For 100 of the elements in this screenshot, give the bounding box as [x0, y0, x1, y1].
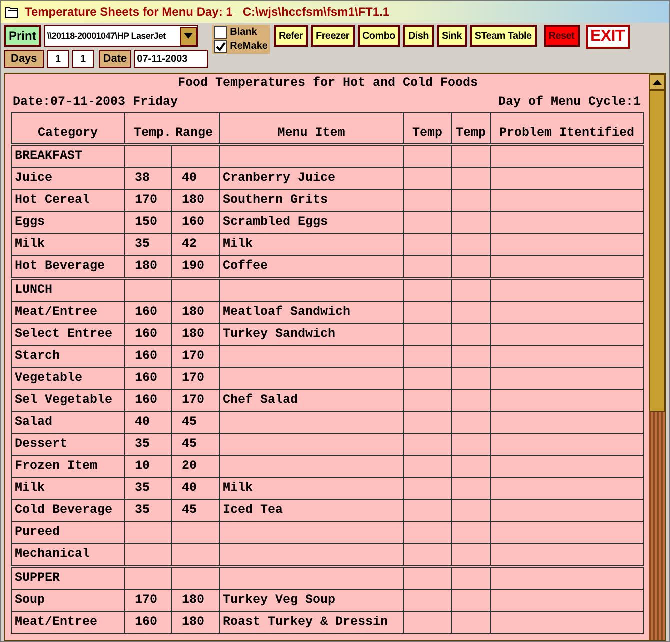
- table-cell: Frozen Item: [15, 459, 98, 473]
- table-cell: Soup: [15, 593, 46, 607]
- days-label: Days: [4, 50, 44, 68]
- table-cell: Select Entree: [15, 327, 113, 341]
- table-cell: Iced Tea: [223, 503, 284, 517]
- table-cell: Meatloaf Sandwich: [223, 305, 351, 319]
- table-cell: 190: [182, 259, 205, 273]
- table-cell: 180: [182, 193, 205, 207]
- table-cell: Dessert: [15, 437, 68, 451]
- table-cell: Milk: [223, 481, 254, 495]
- table-cell: Meat/Entree: [15, 305, 98, 319]
- table-cell: 20: [182, 459, 198, 473]
- table-cell: 45: [182, 437, 198, 451]
- print-button[interactable]: Print: [4, 25, 42, 47]
- table-cell: Cranberry Juice: [223, 171, 336, 185]
- table-cell: 170: [135, 193, 158, 207]
- table-cell: 45: [182, 503, 198, 517]
- day-from-field[interactable]: 1: [47, 50, 70, 68]
- column-header: Temp: [456, 126, 486, 140]
- table-cell: 35: [135, 237, 150, 251]
- table-cell: 40: [182, 481, 198, 495]
- table-cell: 170: [182, 349, 205, 363]
- table-cell: 180: [135, 259, 158, 273]
- scroll-up-button[interactable]: [649, 74, 665, 90]
- table-cell: 180: [182, 305, 205, 319]
- table-cell: 160: [135, 393, 158, 407]
- toolbar-button[interactable]: Freezer: [311, 25, 355, 47]
- table-cell: Scrambled Eggs: [223, 215, 328, 229]
- table-cell: Mechanical: [15, 547, 90, 561]
- table-cell: Milk: [15, 237, 46, 251]
- scrollbar[interactable]: [649, 74, 665, 640]
- table-cell: 160: [135, 615, 158, 629]
- table-cell: 160: [135, 327, 158, 341]
- table-cell: 170: [135, 593, 158, 607]
- date-label: Date: [99, 50, 132, 68]
- table-cell: 10: [135, 459, 150, 473]
- table-cell: Hot Beverage: [15, 259, 106, 273]
- printer-dropdown[interactable]: \\20118-20001047\HP LaserJet: [44, 25, 198, 47]
- table-cell: 160: [135, 349, 158, 363]
- table-cell: Meat/Entree: [15, 615, 98, 629]
- table-cell: Southern Grits: [223, 193, 328, 207]
- cycle-line: Day of Menu Cycle:1: [498, 94, 641, 111]
- table-cell: 150: [135, 215, 158, 229]
- table-cell: Roast Turkey & Dressin: [223, 615, 388, 629]
- table-cell: Starch: [15, 349, 60, 363]
- scroll-thumb[interactable]: [649, 90, 665, 412]
- toolbar-button[interactable]: Sink: [436, 25, 467, 47]
- section-heading: LUNCH: [15, 283, 53, 297]
- toolbar-button[interactable]: EXIT: [586, 25, 630, 49]
- table-cell: Milk: [15, 481, 46, 495]
- table-cell: 160: [182, 215, 205, 229]
- up-arrow-icon: [652, 80, 662, 84]
- table-cell: Coffee: [223, 259, 268, 273]
- column-header: Menu Item: [278, 126, 346, 140]
- window-title: Temperature Sheets for Menu Day: 1 C:\wjs\hccfsm\fsm1\FT1.1: [25, 5, 390, 19]
- toolbar-button[interactable]: Dish: [403, 25, 434, 47]
- app-icon: [5, 6, 19, 18]
- table-cell: Sel Vegetable: [15, 393, 113, 407]
- table-cell: 45: [182, 415, 198, 429]
- table-cell: 160: [135, 305, 158, 319]
- toolbar-button[interactable]: Combo: [358, 25, 400, 47]
- date-field[interactable]: 07-11-2003: [134, 50, 208, 68]
- column-header: Problem Itentified: [499, 126, 635, 140]
- section-heading: SUPPER: [15, 571, 60, 585]
- table-cell: 35: [135, 481, 150, 495]
- table-cell: Hot Cereal: [15, 193, 90, 207]
- column-header: Temp: [412, 126, 442, 140]
- column-header: Temp.: [134, 126, 172, 140]
- table-cell: 42: [182, 237, 198, 251]
- table-cell: 38: [135, 171, 150, 185]
- table-cell: Cold Beverage: [15, 503, 113, 517]
- table-cell: 35: [135, 503, 150, 517]
- table-cell: Juice: [15, 171, 53, 185]
- table-cell: Salad: [15, 415, 53, 429]
- table-cell: 180: [182, 593, 205, 607]
- table-cell: 180: [182, 327, 205, 341]
- table-cell: Milk: [223, 237, 254, 251]
- table-cell: 160: [135, 371, 158, 385]
- table-cell: Chef Salad: [223, 393, 298, 407]
- table-cell: Pureed: [15, 525, 60, 539]
- table-cell: 40: [135, 415, 150, 429]
- checkbox[interactable]: [214, 40, 228, 53]
- table-cell: 170: [182, 371, 205, 385]
- column-header: Range: [176, 126, 214, 140]
- table-cell: 40: [182, 171, 198, 185]
- day-to-field[interactable]: 1: [72, 50, 94, 68]
- table-cell: Eggs: [15, 215, 46, 229]
- checkbox[interactable]: [214, 26, 228, 39]
- checkbox-label: Blank: [230, 27, 258, 38]
- table-cell: Turkey Veg Soup: [223, 593, 336, 607]
- table-cell: 180: [182, 615, 205, 629]
- toolbar-button[interactable]: Reset: [544, 25, 580, 47]
- table-cell: 35: [135, 437, 150, 451]
- table-cell: Turkey Sandwich: [223, 327, 336, 341]
- toolbar-button[interactable]: STeam Table: [470, 25, 537, 47]
- column-header: Category: [38, 126, 98, 140]
- dropdown-arrow-icon: [184, 33, 194, 39]
- table-cell: Vegetable: [15, 371, 83, 385]
- toolbar-button[interactable]: Refer: [274, 25, 308, 47]
- checkbox-label: ReMake: [230, 41, 268, 52]
